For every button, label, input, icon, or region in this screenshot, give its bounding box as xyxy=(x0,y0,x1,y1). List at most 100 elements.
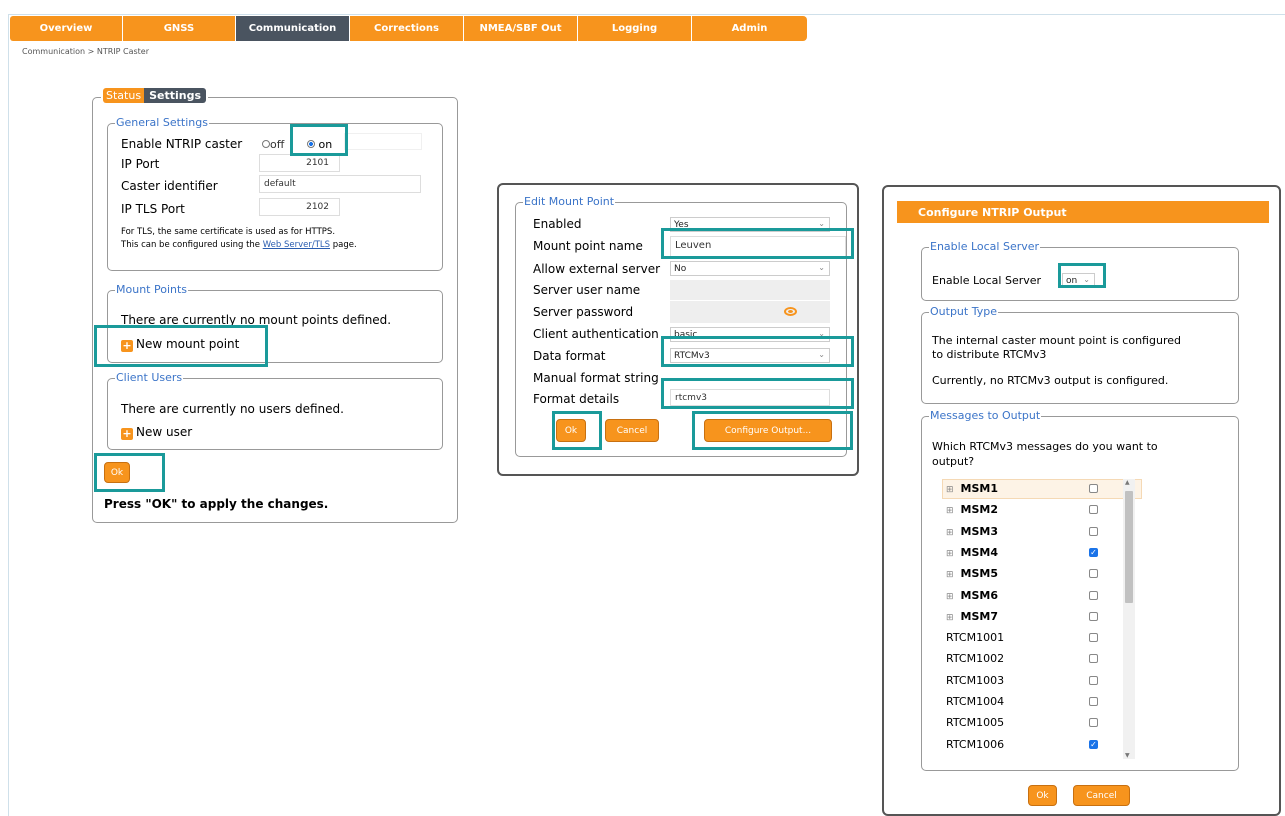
message-row: ⊞ MSM3 xyxy=(946,525,998,538)
expand-icon[interactable]: ⊞ xyxy=(946,528,954,538)
expand-icon[interactable]: ⊞ xyxy=(946,613,954,623)
messages-section: Messages to Output Which RTCMv3 messages… xyxy=(921,409,1239,771)
new-user-button[interactable]: + New user xyxy=(121,425,192,440)
message-name: MSM6 xyxy=(960,588,999,602)
tab-communication[interactable]: Communication xyxy=(236,16,350,41)
server-password-label: Server password xyxy=(533,305,634,319)
tls-note-line2: This can be configured using the Web Ser… xyxy=(121,240,357,250)
eye-icon[interactable] xyxy=(784,307,797,316)
tab-corrections[interactable]: Corrections xyxy=(350,16,464,41)
output-type-text-2: to distribute RTCMv3 xyxy=(932,348,1047,361)
message-row: ⊞ MSM4 xyxy=(946,546,998,559)
enable-off-radio[interactable]: off xyxy=(262,138,284,151)
web-server-tls-link[interactable]: Web Server/TLS xyxy=(263,240,330,250)
message-checkbox[interactable] xyxy=(1089,718,1098,728)
output-type-text-3: Currently, no RTCMv3 output is configure… xyxy=(932,374,1169,387)
message-checkbox[interactable]: ✓ xyxy=(1089,739,1098,749)
message-name: MSM4 xyxy=(960,545,999,559)
message-name: MSM3 xyxy=(960,524,999,538)
highlight-new-mount-point xyxy=(94,325,268,367)
message-row: ⊞ MSM6 xyxy=(946,589,998,602)
message-checkbox[interactable] xyxy=(1089,654,1098,664)
messages-scrollbar[interactable]: ▲ ▼ xyxy=(1123,479,1135,759)
message-row: ⊞ MSM7 xyxy=(946,610,998,623)
message-name: MSM2 xyxy=(960,503,999,517)
output-cancel-button[interactable]: Cancel xyxy=(1073,785,1130,806)
tab-status[interactable]: Status xyxy=(103,88,145,103)
mount-points-legend: Mount Points xyxy=(115,283,189,296)
message-checkbox[interactable] xyxy=(1089,675,1098,685)
message-checkbox[interactable] xyxy=(1089,569,1098,579)
message-checkbox[interactable]: ✓ xyxy=(1089,547,1098,557)
expand-icon[interactable]: ⊞ xyxy=(946,549,954,559)
message-checkbox[interactable] xyxy=(1089,484,1098,493)
scrollbar-thumb[interactable] xyxy=(1125,491,1133,603)
enable-off-label: off xyxy=(270,138,285,151)
message-row: ⊞ MSM5 xyxy=(946,567,998,580)
plus-icon: + xyxy=(121,427,133,440)
client-users-section: Client Users There are currently no user… xyxy=(107,371,443,450)
tls-port-input[interactable]: 2102 xyxy=(259,198,340,216)
message-checkbox[interactable] xyxy=(1089,697,1098,706)
output-type-section: Output Type The internal caster mount po… xyxy=(921,305,1239,404)
ip-port-input[interactable]: 2101 xyxy=(259,154,340,172)
message-row: ⊞ MSM1 xyxy=(946,482,998,495)
messages-list: ⊞ MSM1 ⊞ MSM2 ⊞ MSM3 ⊞ MSM4 ✓ ⊞ MSM5 ⊞ MSM6 ⊞ MSM7 RTCM… xyxy=(942,479,1142,763)
output-type-text-1: The internal caster mount point is confi… xyxy=(932,334,1181,347)
message-name: MSM1 xyxy=(960,482,999,495)
message-row: RTCM1002 xyxy=(946,652,1004,665)
tab-nmea-sbf-out[interactable]: NMEA/SBF Out xyxy=(464,16,578,41)
message-row: RTCM1001 xyxy=(946,631,1004,644)
client-users-legend: Client Users xyxy=(115,371,184,384)
main-nav: Overview GNSS Communication Corrections … xyxy=(10,16,807,41)
server-password-input[interactable] xyxy=(670,301,830,323)
tab-overview[interactable]: Overview xyxy=(10,16,123,41)
caster-id-input[interactable]: default xyxy=(259,175,421,193)
format-details-label: Format details xyxy=(533,392,620,406)
breadcrumb: Communication > NTRIP Caster xyxy=(22,47,150,56)
tls-note-line1: For TLS, the same certificate is used as… xyxy=(121,227,336,237)
expand-icon[interactable]: ⊞ xyxy=(946,485,954,495)
message-row: RTCM1005 xyxy=(946,716,1004,729)
left-border xyxy=(8,14,9,816)
message-checkbox[interactable] xyxy=(1089,505,1098,515)
edit-mount-point-legend: Edit Mount Point xyxy=(523,195,616,208)
scroll-up-icon[interactable]: ▲ xyxy=(1125,479,1130,486)
message-row: RTCM1006 xyxy=(946,738,1004,751)
server-user-label: Server user name xyxy=(533,283,641,297)
message-name: MSM5 xyxy=(960,567,999,581)
ip-port-label: IP Port xyxy=(121,157,160,171)
tab-gnss[interactable]: GNSS xyxy=(123,16,236,41)
external-server-select[interactable]: No ⌄ xyxy=(670,261,830,276)
messages-question-2: output? xyxy=(932,455,975,468)
edit-cancel-button[interactable]: Cancel xyxy=(605,419,659,442)
new-user-label: New user xyxy=(136,425,193,439)
message-checkbox[interactable] xyxy=(1089,526,1098,536)
expand-icon[interactable]: ⊞ xyxy=(946,592,954,602)
local-server-legend: Enable Local Server xyxy=(929,240,1041,253)
general-settings-legend: General Settings xyxy=(115,116,209,129)
message-checkbox[interactable] xyxy=(1089,611,1098,621)
message-name: RTCM1005 xyxy=(946,716,1005,730)
apply-note: Press "OK" to apply the changes. xyxy=(104,497,329,511)
highlight-edit-ok xyxy=(552,411,602,450)
message-checkbox[interactable] xyxy=(1089,590,1098,600)
highlight-local-server xyxy=(1058,263,1106,288)
message-checkbox[interactable] xyxy=(1089,633,1098,643)
enabled-label: Enabled xyxy=(533,217,582,231)
tab-logging[interactable]: Logging xyxy=(578,16,692,41)
manual-format-label: Manual format string xyxy=(533,371,659,385)
expand-icon[interactable]: ⊞ xyxy=(946,570,954,580)
message-name: MSM7 xyxy=(960,609,999,623)
expand-icon[interactable]: ⊞ xyxy=(946,506,954,516)
message-name: RTCM1004 xyxy=(946,695,1005,708)
scroll-down-icon[interactable]: ▼ xyxy=(1125,752,1130,759)
message-row: RTCM1004 xyxy=(946,695,1004,708)
tab-admin[interactable]: Admin xyxy=(692,16,807,41)
chevron-down-icon: ⌄ xyxy=(818,263,825,272)
output-ok-button[interactable]: Ok xyxy=(1028,785,1057,806)
highlight-caster-ok xyxy=(94,453,165,492)
server-user-input[interactable] xyxy=(670,280,830,300)
tab-settings[interactable]: Settings xyxy=(144,88,206,103)
data-format-label: Data format xyxy=(533,349,606,363)
